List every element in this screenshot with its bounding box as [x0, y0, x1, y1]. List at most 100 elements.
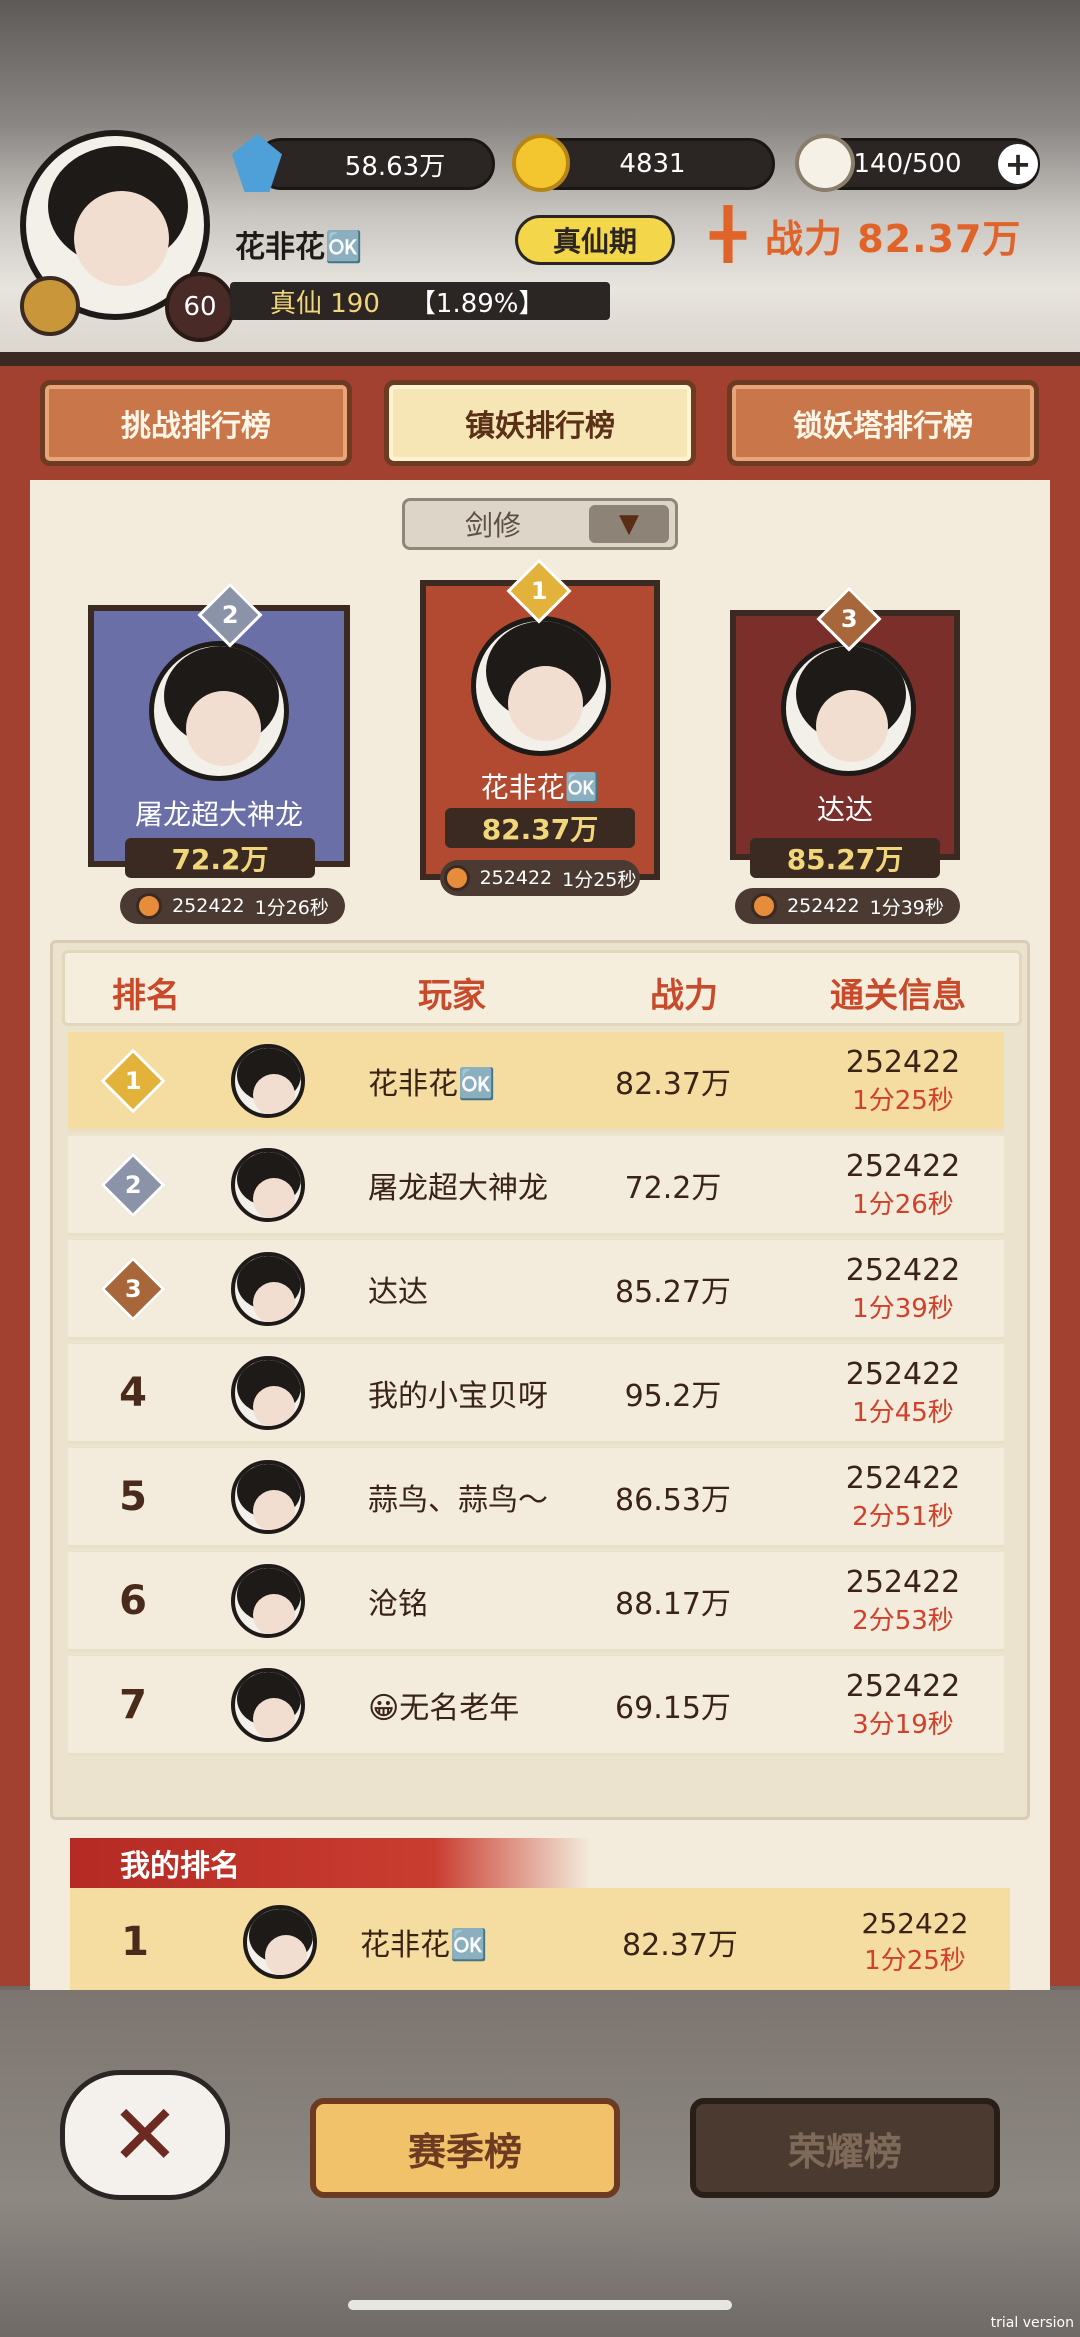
my-rank-row[interactable]: 1 花非花🆗 82.37万 252422 1分25秒 — [70, 1888, 1010, 1996]
face-shape — [74, 191, 169, 286]
clear-score: 252422 — [845, 1564, 961, 1600]
table-row[interactable]: 7 😀无名老年 69.15万 252422 3分19秒 — [68, 1656, 1004, 1756]
podium-player-name: 达达 — [816, 793, 873, 826]
my-clear-cell: 252422 1分25秒 — [830, 1888, 1000, 1996]
table-row[interactable]: 1 花非花🆗 82.37万 252422 1分25秒 — [68, 1032, 1004, 1132]
player-name: 蒜鸟、蒜鸟～ — [368, 1482, 548, 1518]
face-shape — [253, 1073, 295, 1114]
tab-tower-ranking[interactable]: 锁妖塔排行榜 — [727, 380, 1039, 466]
honor-ranking-button[interactable]: 荣耀榜 — [690, 2098, 1000, 2198]
podium-power-value: 85.27万 — [786, 843, 904, 876]
avatar-cell — [228, 1032, 308, 1129]
rank-number: 5 — [119, 1473, 147, 1520]
clear-time: 2分53秒 — [852, 1605, 954, 1636]
avatar-cell — [228, 1656, 308, 1753]
face-shape — [816, 690, 888, 762]
podium-clear-info: 252422 1分26秒 — [120, 888, 345, 924]
clock-icon — [443, 865, 470, 891]
face-shape — [253, 1489, 295, 1530]
player-avatar[interactable] — [231, 1459, 305, 1534]
player-name: 屠龙超大神龙 — [368, 1170, 548, 1206]
table-row[interactable]: 4 我的小宝贝呀 95.2万 252422 1分45秒 — [68, 1344, 1004, 1444]
home-indicator[interactable] — [348, 2300, 732, 2310]
player-avatar[interactable] — [231, 1043, 305, 1118]
power-cell: 95.2万 — [588, 1344, 758, 1441]
rank-cell: 4 — [68, 1344, 198, 1441]
table-row[interactable]: 2 屠龙超大神龙 72.2万 252422 1分26秒 — [68, 1136, 1004, 1236]
title-emblem-icon[interactable] — [20, 276, 80, 336]
clear-score: 252422 — [845, 1668, 961, 1704]
face-shape — [508, 666, 583, 741]
avatar-cell — [228, 1448, 308, 1545]
player-avatar[interactable] — [231, 1251, 305, 1326]
rank-number: 1 — [124, 1066, 142, 1095]
clear-info-cell: 252422 1分39秒 — [808, 1240, 998, 1337]
face-shape — [265, 1935, 307, 1975]
table-row[interactable]: 6 沧铭 88.17万 252422 2分53秒 — [68, 1552, 1004, 1652]
rank-medal-icon: 1 — [100, 1047, 166, 1114]
tab-challenge-ranking[interactable]: 挑战排行榜 — [40, 380, 352, 466]
rank-medal-icon: 2 — [100, 1151, 166, 1218]
player-power: 战力 82.37万 — [765, 217, 1022, 261]
clear-time: 1分25秒 — [852, 1085, 954, 1116]
my-avatar-cell — [240, 1888, 320, 1996]
tab-demon-ranking[interactable]: 镇妖排行榜 — [384, 380, 696, 466]
player-avatar[interactable] — [231, 1355, 305, 1430]
my-name-cell: 花非花🆗 — [360, 1888, 540, 1996]
name-cell: 达达 — [368, 1240, 608, 1337]
table-row[interactable]: 5 蒜鸟、蒜鸟～ 86.53万 252422 2分51秒 — [68, 1448, 1004, 1548]
table-row[interactable]: 3 达达 85.27万 252422 1分39秒 — [68, 1240, 1004, 1340]
tab-label: 镇妖排行榜 — [465, 409, 615, 444]
power-cell: 82.37万 — [588, 1032, 758, 1129]
player-power: 86.53万 — [615, 1482, 731, 1518]
gems-value: 58.63万 — [344, 151, 446, 182]
player-avatar[interactable] — [231, 1147, 305, 1222]
realm-level-text: 真仙 190 — [270, 288, 380, 319]
player-power: 72.2万 — [624, 1170, 722, 1206]
name-cell: 沧铭 — [368, 1552, 608, 1649]
player-name: 花非花🆗 — [368, 1066, 496, 1102]
player-avatar[interactable] — [231, 1667, 305, 1742]
column-header-rank: 排名 — [112, 976, 180, 1016]
clear-time: 1分45秒 — [852, 1397, 954, 1428]
clock-icon — [751, 893, 778, 919]
rank-number: 2 — [124, 1170, 142, 1199]
name-cell: 屠龙超大神龙 — [368, 1136, 608, 1233]
face-shape — [253, 1177, 295, 1218]
rank-1-value: 1 — [530, 576, 548, 605]
exp-bar: 真仙 190 【1.89%】 — [230, 282, 610, 320]
add-stamina-button[interactable]: + — [998, 144, 1038, 184]
tab-label: 锁妖塔排行榜 — [793, 409, 973, 444]
podium-card-2[interactable]: 屠龙超大神龙 — [88, 605, 350, 867]
player-name: 我的小宝贝呀 — [368, 1378, 548, 1414]
level-value: 60 — [183, 292, 217, 322]
face-shape — [253, 1593, 295, 1634]
podium-score: 252422 — [479, 867, 553, 889]
filter-selected-value: 剑修 — [465, 509, 522, 542]
player-power: 69.15万 — [615, 1690, 731, 1726]
face-shape — [253, 1385, 295, 1426]
class-filter-dropdown[interactable]: 剑修 ▼ — [402, 498, 678, 550]
close-button[interactable]: ✕ — [60, 2070, 230, 2200]
clear-info-cell: 252422 1分45秒 — [808, 1344, 998, 1441]
player-power: 82.37万 — [615, 1066, 731, 1102]
rank-cell: 7 — [68, 1656, 198, 1753]
column-header-power: 战力 — [650, 976, 718, 1016]
podium-power: 72.2万 — [125, 838, 315, 878]
my-time: 1分25秒 — [864, 1946, 966, 1976]
my-rank-cell: 1 — [70, 1888, 200, 1996]
rank-2-value: 2 — [221, 600, 239, 629]
clear-info-cell: 252422 3分19秒 — [808, 1656, 998, 1753]
season-ranking-button[interactable]: 赛季榜 — [310, 2098, 620, 2198]
rank-number: 6 — [119, 1577, 147, 1624]
column-header-player: 玩家 — [418, 976, 486, 1016]
my-name: 花非花🆗 — [360, 1928, 488, 1963]
gems-counter[interactable]: 58.63万 — [255, 138, 495, 190]
podium-avatar — [471, 616, 611, 756]
player-power: 85.27万 — [615, 1274, 731, 1310]
podium-power: 82.37万 — [445, 808, 635, 848]
my-score: 252422 — [861, 1907, 969, 1940]
player-avatar[interactable] — [231, 1563, 305, 1638]
rank-3-value: 3 — [840, 604, 858, 633]
power-cell: 72.2万 — [588, 1136, 758, 1233]
